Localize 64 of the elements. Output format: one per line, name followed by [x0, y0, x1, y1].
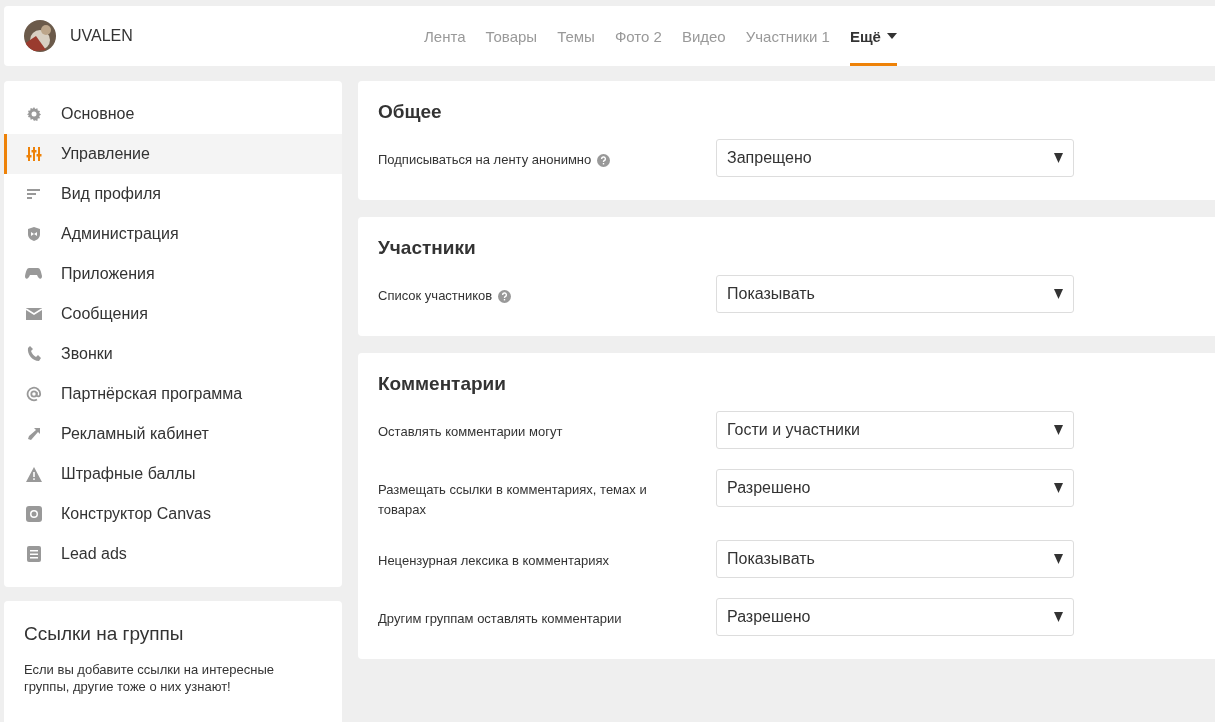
- caret-icon: [1054, 554, 1063, 564]
- menu-item-label: Приложения: [61, 265, 155, 283]
- menu-item-label: Партнёрская программа: [61, 385, 243, 403]
- sliders-icon: [25, 146, 42, 162]
- menu-item[interactable]: Управление: [4, 134, 342, 174]
- help-icon[interactable]: [597, 154, 611, 167]
- setting-label: Нецензурная лексика в комментариях: [378, 552, 609, 570]
- menu-item[interactable]: Вид профиля: [4, 174, 342, 214]
- envelope-icon: [25, 308, 42, 320]
- menu-item-label: Конструктор Canvas: [61, 505, 211, 523]
- setting-label: Оставлять комментарии могут: [378, 423, 563, 441]
- dropdown-select[interactable]: Показывать: [716, 540, 1074, 578]
- menu-item-label: Штрафные баллы: [61, 465, 196, 483]
- document-icon: [26, 546, 41, 562]
- help-icon[interactable]: [498, 290, 512, 303]
- menu-item-label: Звонки: [61, 345, 113, 363]
- menu-item-label: Основное: [61, 105, 135, 123]
- setting-label: Список участников: [378, 287, 493, 305]
- phone-icon: [26, 346, 41, 362]
- caret-icon: [1054, 289, 1063, 299]
- caret-icon: [1054, 612, 1063, 622]
- warning-icon: [25, 466, 42, 482]
- setting-label: Размещать ссылки в комментариях, темах и товарах: [378, 481, 648, 519]
- menu-item[interactable]: Приложения: [4, 254, 342, 294]
- group-name: UVALEN: [70, 27, 134, 45]
- frame-icon: [25, 506, 42, 522]
- section-title: Участники: [378, 237, 477, 259]
- menu-item[interactable]: Администрация: [4, 214, 342, 254]
- menu-item-label: Lead ads: [61, 545, 127, 563]
- caret-icon: [1054, 483, 1063, 493]
- menu-item[interactable]: Основное: [4, 94, 342, 134]
- caret-icon: [886, 33, 897, 39]
- menu-item[interactable]: Сообщения: [4, 294, 342, 334]
- menu-item[interactable]: Lead ads: [4, 534, 342, 574]
- card-title: Ссылки на группы: [24, 623, 185, 645]
- shield-icon: [25, 226, 42, 242]
- menu-item[interactable]: Рекламный кабинет: [4, 414, 342, 454]
- section-title: Общее: [378, 101, 443, 123]
- menu-item[interactable]: Партнёрская программа: [4, 374, 342, 414]
- nav-tab[interactable]: Ещё: [849, 6, 897, 66]
- menu-item-label: Управление: [61, 145, 150, 163]
- menu-item[interactable]: Штрафные баллы: [4, 454, 342, 494]
- menu-item[interactable]: Конструктор Canvas: [4, 494, 342, 534]
- caret-icon: [1054, 425, 1063, 435]
- lines-icon: [25, 188, 42, 200]
- dropdown-select[interactable]: Разрешено: [716, 598, 1074, 636]
- dropdown-select[interactable]: Гости и участники: [716, 411, 1074, 449]
- dropdown-select[interactable]: Разрешено: [716, 469, 1074, 507]
- section-title: Комментарии: [378, 373, 507, 395]
- dropdown-select[interactable]: Запрещено: [716, 139, 1074, 177]
- arrow-icon: [25, 426, 42, 442]
- setting-label: Другим группам оставлять комментарии: [378, 610, 622, 628]
- menu-item-label: Рекламный кабинет: [61, 425, 209, 443]
- menu-item-label: Администрация: [61, 225, 179, 243]
- dropdown-select[interactable]: Показывать: [716, 275, 1074, 313]
- setting-label: Подписываться на ленту анонимно: [378, 151, 592, 169]
- menu-item[interactable]: Звонки: [4, 334, 342, 374]
- gear-icon: [25, 106, 42, 122]
- at-sign-icon: [25, 386, 42, 402]
- menu-item-label: Вид профиля: [61, 185, 161, 203]
- card-text: Если вы добавите ссылки на интересные группы, другие тоже о них узнают!: [24, 661, 276, 695]
- gamepad-icon: [25, 267, 42, 281]
- caret-icon: [1054, 153, 1063, 163]
- menu-item-label: Сообщения: [61, 305, 148, 323]
